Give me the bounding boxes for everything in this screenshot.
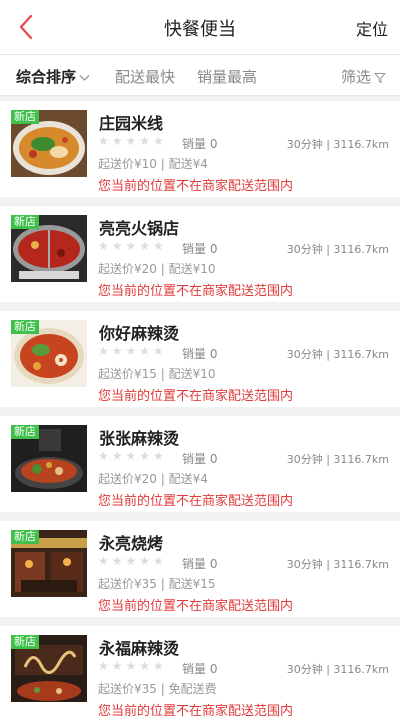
restaurant-name: 永亮烧烤 [99, 534, 164, 553]
restaurant-name: 你好麻辣烫 [99, 324, 180, 343]
restaurant-card[interactable]: 新店 张张麻辣烫 ★★★★★ 销量 0 30分钟 | 3116.7km 起送价¥… [0, 416, 400, 512]
restaurant-card[interactable]: 新店 永亮烧烤 ★★★★★ 销量 0 30分钟 | 3116.7km 起送价¥3… [0, 521, 400, 617]
restaurant-card[interactable]: 新店 亮亮火锅店 ★★★★★ 销量 0 30分钟 | 3116.7km 起送价¥… [0, 206, 400, 302]
out-of-range-notice: 您当前的位置不在商家配送范围内 [98, 179, 294, 194]
restaurant-photo: 新店 [11, 425, 87, 492]
delivery-time-distance: 30分钟 | 3116.7km [286, 453, 389, 466]
delivery-time-distance: 30分钟 | 3116.7km [286, 663, 389, 676]
new-store-badge: 新店 [11, 425, 39, 439]
restaurant-card[interactable]: 新店 永福麻辣烫 ★★★★★ 销量 0 30分钟 | 3116.7km 起送价¥… [0, 626, 400, 722]
restaurant-name: 张张麻辣烫 [99, 429, 180, 448]
chevron-down-icon [79, 74, 90, 81]
sales-count: 销量 0 [182, 347, 218, 361]
delivery-time-distance: 30分钟 | 3116.7km [286, 348, 389, 361]
delivery-time-distance: 30分钟 | 3116.7km [286, 138, 389, 151]
sort-comprehensive-label: 综合排序 [16, 68, 77, 86]
delivery-time-distance: 30分钟 | 3116.7km [286, 558, 389, 571]
delivery-fee: 起送价¥15 | 配送¥10 [98, 367, 216, 381]
new-store-badge: 新店 [11, 320, 39, 334]
delivery-fee: 起送价¥20 | 配送¥10 [98, 262, 216, 276]
out-of-range-notice: 您当前的位置不在商家配送范围内 [98, 494, 294, 509]
filter-bar: 综合排序 配送最快 销量最高 筛选 [0, 55, 400, 96]
sort-fastest-tab[interactable]: 配送最快 [115, 66, 175, 87]
filter-button[interactable]: 筛选 [341, 66, 386, 87]
delivery-fee: 起送价¥35 | 免配送费 [98, 682, 217, 696]
restaurant-name: 永福麻辣烫 [99, 639, 180, 658]
restaurant-photo: 新店 [11, 530, 87, 597]
new-store-badge: 新店 [11, 215, 39, 229]
out-of-range-notice: 您当前的位置不在商家配送范围内 [98, 284, 294, 299]
restaurant-card[interactable]: 新店 庄园米线 ★★★★★ 销量 0 30分钟 | 3116.7km 起送价¥1… [0, 101, 400, 197]
funnel-icon [374, 72, 386, 83]
sales-count: 销量 0 [182, 242, 218, 256]
rating-stars: ★★★★★ [98, 134, 167, 148]
restaurant-card[interactable]: 新店 你好麻辣烫 ★★★★★ 销量 0 30分钟 | 3116.7km 起送价¥… [0, 311, 400, 407]
restaurant-name: 庄园米线 [99, 114, 164, 133]
rating-stars: ★★★★★ [98, 554, 167, 568]
restaurant-photo: 新店 [11, 320, 87, 387]
sales-count: 销量 0 [182, 137, 218, 151]
new-store-badge: 新店 [11, 635, 39, 649]
delivery-fee: 起送价¥35 | 配送¥15 [98, 577, 216, 591]
page-title: 快餐便当 [164, 19, 236, 40]
restaurant-photo: 新店 [11, 635, 87, 702]
restaurant-photo: 新店 [11, 110, 87, 177]
rating-stars: ★★★★★ [98, 344, 167, 358]
new-store-badge: 新店 [11, 530, 39, 544]
delivery-time-distance: 30分钟 | 3116.7km [286, 243, 389, 256]
out-of-range-notice: 您当前的位置不在商家配送范围内 [98, 389, 294, 404]
sort-comprehensive-tab[interactable]: 综合排序 [16, 66, 90, 87]
restaurant-name: 亮亮火锅店 [99, 219, 180, 238]
out-of-range-notice: 您当前的位置不在商家配送范围内 [98, 599, 294, 614]
delivery-fee: 起送价¥20 | 配送¥4 [98, 472, 208, 486]
restaurant-photo: 新店 [11, 215, 87, 282]
locate-button[interactable]: 定位 [356, 16, 388, 40]
filter-label: 筛选 [340, 68, 371, 86]
rating-stars: ★★★★★ [98, 659, 167, 673]
sales-count: 销量 0 [182, 452, 218, 466]
sort-sales-tab[interactable]: 销量最高 [197, 66, 257, 87]
delivery-fee: 起送价¥10 | 配送¥4 [98, 157, 208, 171]
new-store-badge: 新店 [11, 110, 39, 124]
rating-stars: ★★★★★ [98, 449, 167, 463]
top-bar: 快餐便当 定位 [0, 0, 400, 55]
rating-stars: ★★★★★ [98, 239, 167, 253]
sales-count: 销量 0 [182, 557, 218, 571]
sales-count: 销量 0 [182, 662, 218, 676]
